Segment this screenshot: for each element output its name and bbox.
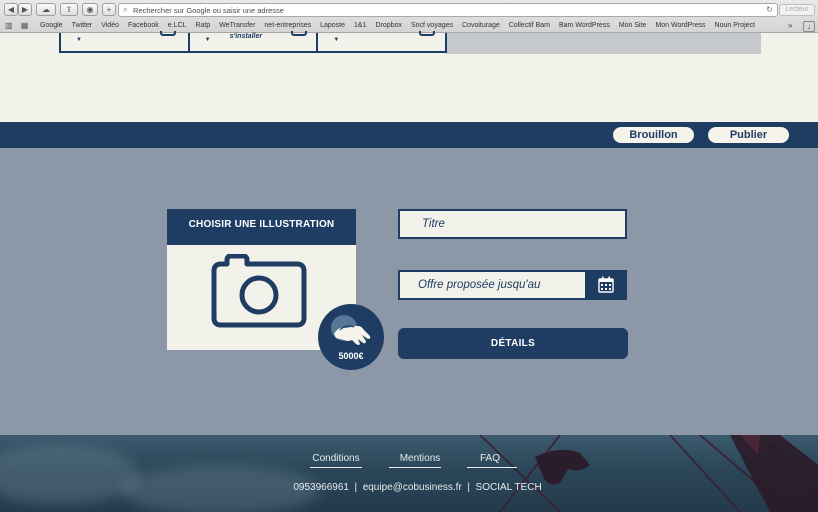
bookmark-item[interactable]: WeTransfer: [219, 22, 255, 29]
card-label: s'installer: [229, 33, 263, 40]
bookmark-item[interactable]: Facebook: [128, 22, 159, 29]
category-card[interactable]: ▼: [318, 31, 445, 51]
chevron-down-icon: ▼: [204, 37, 211, 43]
brand-name: SOCIAL TECH: [475, 482, 542, 493]
handshake-icon: [331, 315, 371, 345]
separator: |: [467, 482, 470, 493]
mentions-link[interactable]: Mentions: [390, 453, 450, 464]
category-card[interactable]: ▼ s'installer: [190, 31, 319, 51]
forward-icon[interactable]: ▶: [18, 3, 32, 16]
footer: Conditions Mentions FAQ 0953966961 | equ…: [0, 435, 818, 512]
divider: [467, 467, 517, 468]
search-icon: ⌕: [123, 5, 128, 14]
reading-list-icon[interactable]: ▥ ▦: [5, 21, 31, 30]
new-tab-icon[interactable]: +: [102, 3, 116, 16]
price-amount: 5000€: [338, 351, 364, 361]
swing-ride-decoration: [479, 435, 818, 512]
bookmark-item[interactable]: net-entreprises: [264, 22, 311, 29]
details-button[interactable]: DÉTAILS: [398, 328, 628, 359]
bookmark-item[interactable]: Noun Project: [715, 22, 755, 29]
bookmark-item[interactable]: e.LCL: [168, 22, 187, 29]
calendar-button[interactable]: [585, 270, 627, 300]
divider: [310, 467, 362, 468]
bookmark-item[interactable]: Laposte: [320, 22, 345, 29]
bookmark-item[interactable]: Sncf voyages: [411, 22, 453, 29]
bookmark-item[interactable]: Vidéo: [101, 22, 119, 29]
bookmark-item[interactable]: Bam WordPress: [559, 22, 610, 29]
divider: [389, 467, 441, 468]
address-bar[interactable]: ⌕ Rechercher sur Google ou saisir une ad…: [118, 3, 778, 17]
bookmark-item[interactable]: Dropbox: [376, 22, 402, 29]
illustration-header[interactable]: CHOISIR UNE ILLUSTRATION: [167, 209, 356, 245]
separator: |: [354, 482, 358, 493]
icloud-icon[interactable]: ☁: [36, 3, 56, 16]
category-cards: ▼ ▼ s'installer ▼: [59, 31, 447, 53]
bookmark-item[interactable]: 1&1: [354, 22, 366, 29]
grey-panel: [446, 33, 761, 54]
bookmark-item[interactable]: Twitter: [72, 22, 93, 29]
reload-icon[interactable]: ↻: [766, 5, 773, 14]
conditions-link[interactable]: Conditions: [306, 453, 366, 464]
action-bar: Brouillon Publier: [0, 122, 818, 148]
card-tab: [419, 31, 436, 36]
back-icon[interactable]: ◀: [4, 3, 18, 16]
price-badge: 5000€: [318, 304, 384, 370]
bookmark-item[interactable]: Covoiturage: [462, 22, 500, 29]
chevron-down-icon: ▼: [333, 37, 340, 43]
privacy-icon[interactable]: ◉: [82, 3, 98, 16]
bookmark-item[interactable]: Google: [40, 22, 63, 29]
card-tab: [291, 31, 308, 36]
bookmark-list: Google Twitter Vidéo Facebook e.LCL Ratp WeTra…: [40, 22, 764, 29]
phone-number: 0953966961: [293, 482, 349, 493]
more-bookmarks-icon[interactable]: »: [788, 21, 792, 30]
contact-info: 0953966961 | equipe@cobusiness.fr | SOCI…: [0, 482, 818, 493]
bookmark-item[interactable]: Mon WordPress: [655, 22, 705, 29]
share-icon[interactable]: ⇪: [60, 3, 78, 16]
chevron-down-icon: ▼: [76, 37, 82, 43]
bookmarks-bar: ▥ ▦ Google Twitter Vidéo Facebook e.LCL Ratp W…: [0, 20, 818, 33]
reader-button[interactable]: Lecteur: [779, 4, 815, 16]
downloads-icon[interactable]: ↓: [803, 21, 815, 32]
category-card[interactable]: ▼: [61, 31, 190, 51]
camera-icon: [211, 254, 307, 328]
bookmark-item[interactable]: Mon Site: [619, 22, 647, 29]
title-input[interactable]: Titre: [398, 209, 627, 239]
bookmark-item[interactable]: Ratp: [195, 22, 210, 29]
address-placeholder: Rechercher sur Google ou saisir une adre…: [133, 6, 284, 15]
cloud-decoration: [0, 445, 140, 505]
email-link[interactable]: equipe@cobusiness.fr: [363, 482, 462, 493]
faq-link[interactable]: FAQ: [468, 453, 512, 464]
calendar-icon: [598, 276, 614, 293]
card-tab: [159, 31, 176, 36]
bookmark-item[interactable]: Collectif Bam: [509, 22, 550, 29]
browser-chrome: ◀ ▶ ☁ ⇪ ◉ + ⌕ Rechercher sur Google ou s…: [0, 0, 818, 33]
draft-button[interactable]: Brouillon: [613, 127, 694, 143]
publish-button[interactable]: Publier: [708, 127, 789, 143]
